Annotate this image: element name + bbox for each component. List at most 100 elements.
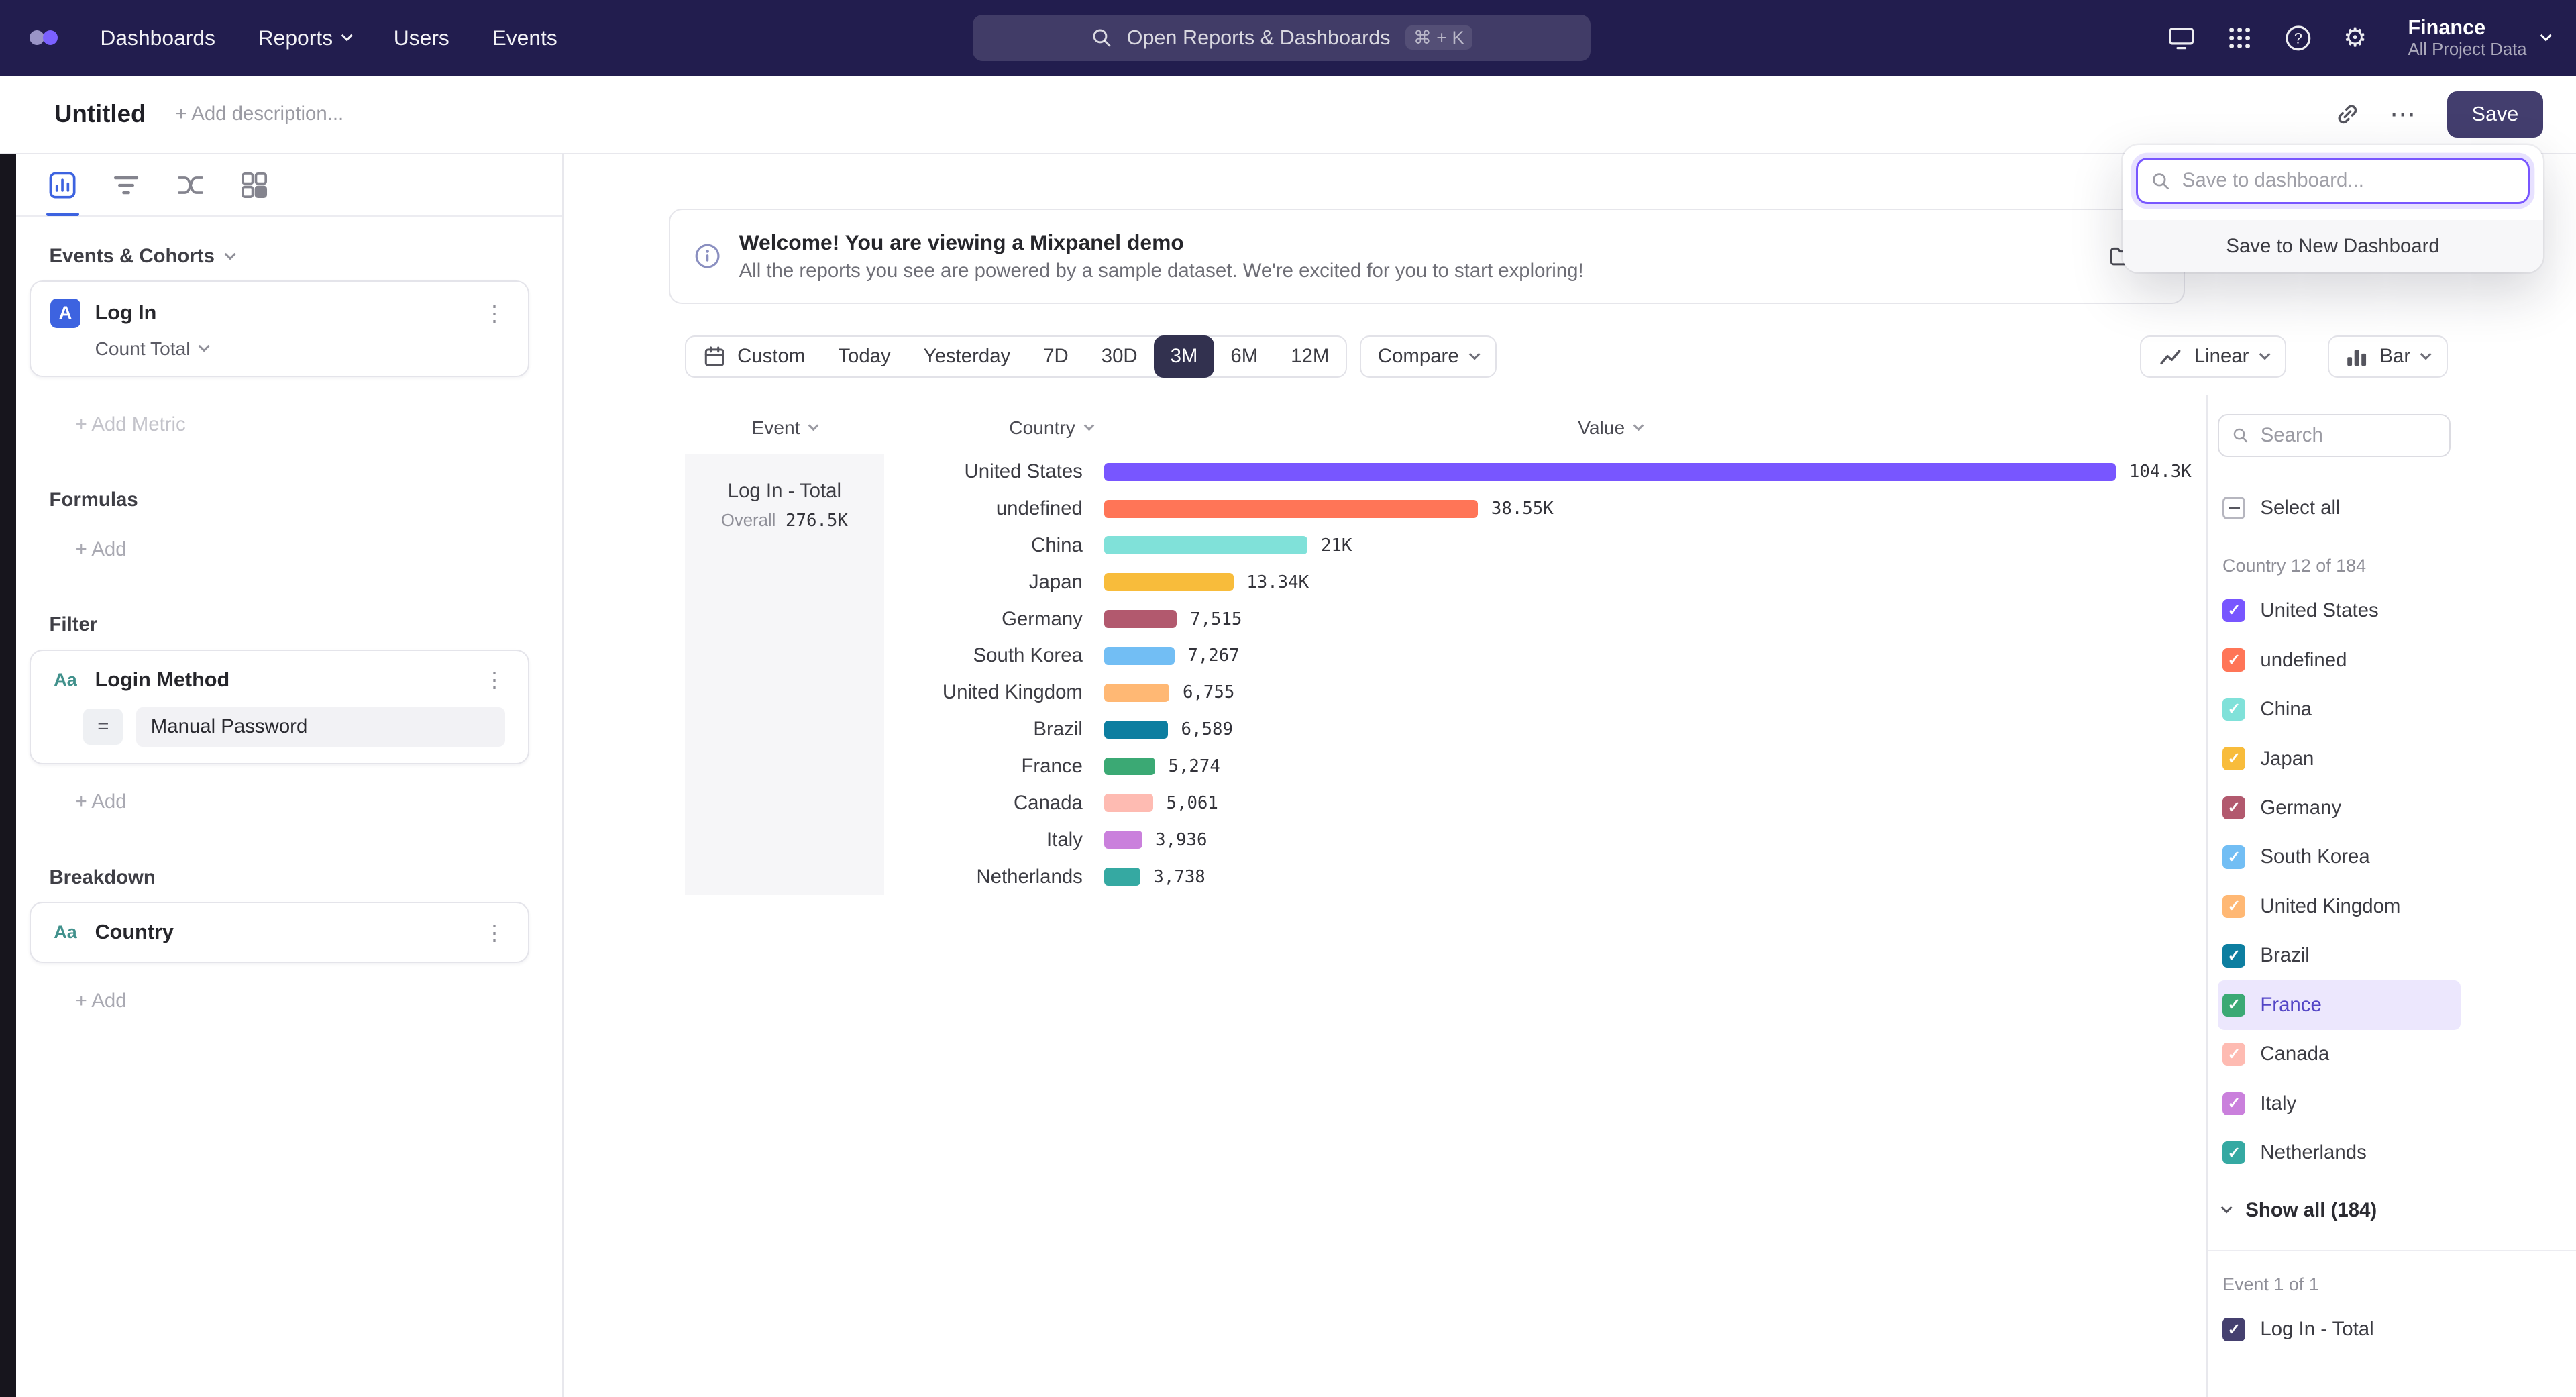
breakdown-card[interactable]: Aa Country ⋮ xyxy=(30,902,529,963)
column-header-country[interactable]: Country xyxy=(892,417,1093,439)
show-all-button[interactable]: Show all (184) xyxy=(2222,1191,2576,1231)
chart-type-button[interactable]: Bar xyxy=(2328,335,2448,378)
filter-value-input[interactable]: Manual Password xyxy=(136,707,505,747)
select-all-checkbox[interactable] xyxy=(2222,497,2245,519)
kebab-menu-icon[interactable]: ⋮ xyxy=(477,920,511,945)
dashboard-search[interactable] xyxy=(2136,158,2530,204)
legend-item-south-korea[interactable]: ✓South Korea xyxy=(2218,833,2461,882)
bar-china[interactable] xyxy=(1104,536,1308,554)
project-switcher[interactable]: Finance All Project Data xyxy=(2408,15,2549,60)
legend-item-canada[interactable]: ✓Canada xyxy=(2218,1030,2461,1079)
bar-italy[interactable] xyxy=(1104,831,1142,849)
kebab-menu-icon[interactable]: ⋮ xyxy=(477,667,511,692)
country-checkbox[interactable]: ✓ xyxy=(2222,845,2245,868)
legend-search-input[interactable] xyxy=(2261,424,2436,447)
bar-brazil[interactable] xyxy=(1104,721,1168,739)
tab-retention-icon[interactable] xyxy=(238,164,271,207)
tab-insights-icon[interactable] xyxy=(46,164,79,207)
scale-label: Linear xyxy=(2194,345,2249,368)
compare-button[interactable]: Compare xyxy=(1360,335,1496,378)
bar-united-states[interactable] xyxy=(1104,463,2116,481)
add-formula-button[interactable]: + Add xyxy=(76,538,562,561)
settings-gear-icon[interactable]: ⚙ xyxy=(2343,25,2367,51)
range-button-6m[interactable]: 6M xyxy=(1214,335,1275,378)
legend-item-japan[interactable]: ✓Japan xyxy=(2218,734,2461,783)
help-icon[interactable]: ? xyxy=(2284,24,2312,52)
copy-link-icon[interactable] xyxy=(2335,102,2360,127)
nav-item-reports[interactable]: Reports xyxy=(258,25,351,50)
country-checkbox[interactable]: ✓ xyxy=(2222,895,2245,918)
scale-selector-button[interactable]: Linear xyxy=(2140,335,2286,378)
add-filter-button[interactable]: + Add xyxy=(76,790,562,813)
nav-item-dashboards[interactable]: Dashboards xyxy=(100,25,215,50)
bar-united-kingdom[interactable] xyxy=(1104,684,1170,702)
legend-item-italy[interactable]: ✓Italy xyxy=(2218,1079,2461,1128)
range-button-7d[interactable]: 7D xyxy=(1027,335,1085,378)
filter-card[interactable]: Aa Login Method ⋮ = Manual Password xyxy=(30,650,529,765)
bar-canada[interactable] xyxy=(1104,794,1153,812)
country-checkbox[interactable]: ✓ xyxy=(2222,1141,2245,1164)
legend-item-united-states[interactable]: ✓United States xyxy=(2218,586,2461,635)
legend-search[interactable] xyxy=(2218,414,2451,457)
legend-item-germany[interactable]: ✓ Germany xyxy=(2218,783,2461,832)
range-button-custom[interactable]: Custom xyxy=(686,335,822,378)
global-search-button[interactable]: Open Reports & Dashboards ⌘ + K xyxy=(973,15,1591,61)
country-checkbox[interactable]: ✓ xyxy=(2222,1092,2245,1115)
tab-funnels-icon[interactable] xyxy=(110,164,143,207)
country-checkbox[interactable]: ✓ xyxy=(2222,1043,2245,1066)
aggregation-selector[interactable]: Count Total xyxy=(95,338,512,360)
country-checkbox[interactable]: ✓ xyxy=(2222,747,2245,770)
country-checkbox[interactable]: ✓ xyxy=(2222,698,2245,721)
legend-item-brazil[interactable]: ✓Brazil xyxy=(2218,931,2461,980)
add-description[interactable]: + Add description... xyxy=(176,103,344,125)
country-checkbox[interactable]: ✓ xyxy=(2222,944,2245,967)
nav-item-users[interactable]: Users xyxy=(394,25,449,50)
filter-operator[interactable]: = xyxy=(83,709,123,745)
select-all-row[interactable]: Select all xyxy=(2222,497,2576,519)
legend-item-netherlands[interactable]: ✓Netherlands xyxy=(2218,1129,2461,1178)
more-options-icon[interactable]: ⋯ xyxy=(2390,101,2418,127)
country-checkbox[interactable]: ✓ xyxy=(2222,994,2245,1017)
bar-netherlands[interactable] xyxy=(1104,868,1140,886)
range-button-today[interactable]: Today xyxy=(822,335,907,378)
bar-france[interactable] xyxy=(1104,758,1155,776)
column-header-event[interactable]: Event xyxy=(685,417,883,439)
bar-germany[interactable] xyxy=(1104,610,1177,628)
tab-flows-icon[interactable] xyxy=(174,164,207,207)
dashboard-search-input[interactable] xyxy=(2182,169,2515,192)
legend-item-united-kingdom[interactable]: ✓United Kingdom xyxy=(2218,882,2461,931)
legend-item-undefined[interactable]: ✓undefined xyxy=(2218,635,2461,684)
country-checkbox[interactable]: ✓ xyxy=(2222,796,2245,819)
apps-grid-icon[interactable] xyxy=(2226,25,2253,51)
range-button-30d[interactable]: 30D xyxy=(1085,335,1154,378)
breakdown-property-name[interactable]: Country xyxy=(95,921,174,944)
save-button[interactable]: Save xyxy=(2447,91,2543,138)
bar-south-korea[interactable] xyxy=(1104,647,1175,665)
legend-item-china[interactable]: ✓China xyxy=(2218,684,2461,733)
range-button-yesterday[interactable]: Yesterday xyxy=(907,335,1027,378)
bar-japan[interactable] xyxy=(1104,573,1234,591)
add-breakdown-button[interactable]: + Add xyxy=(76,990,562,1013)
events-section-header[interactable]: Events & Cohorts xyxy=(49,245,529,268)
bar-undefined[interactable] xyxy=(1104,500,1479,518)
top-navbar: Dashboards Reports Users Events Open Report… xyxy=(0,0,2576,76)
nav-item-events[interactable]: Events xyxy=(492,25,557,50)
range-button-12m[interactable]: 12M xyxy=(1275,335,1346,378)
report-title[interactable]: Untitled xyxy=(54,100,146,128)
filter-property-name[interactable]: Login Method xyxy=(95,668,230,692)
column-header-value[interactable]: Value xyxy=(1104,417,2116,439)
legend-item-france[interactable]: ✓France xyxy=(2218,980,2461,1029)
mixpanel-logo[interactable] xyxy=(30,30,58,45)
legend-country-label: Germany xyxy=(2260,796,2341,819)
legend-item-log-in-total[interactable]: ✓ Log In - Total xyxy=(2218,1305,2461,1354)
metric-card[interactable]: A Log In ⋮ Count Total xyxy=(30,280,529,377)
country-checkbox[interactable]: ✓ xyxy=(2222,648,2245,671)
range-button-3m[interactable]: 3M xyxy=(1154,335,1214,378)
save-to-new-dashboard-item[interactable]: Save to New Dashboard xyxy=(2123,220,2543,272)
add-metric-button[interactable]: + Add Metric xyxy=(76,413,562,436)
metric-event-name[interactable]: Log In xyxy=(95,301,157,325)
country-checkbox[interactable]: ✓ xyxy=(2222,599,2245,622)
data-management-icon[interactable] xyxy=(2167,25,2196,51)
kebab-menu-icon[interactable]: ⋮ xyxy=(477,301,511,326)
event-legend-checkbox[interactable]: ✓ xyxy=(2222,1318,2245,1341)
